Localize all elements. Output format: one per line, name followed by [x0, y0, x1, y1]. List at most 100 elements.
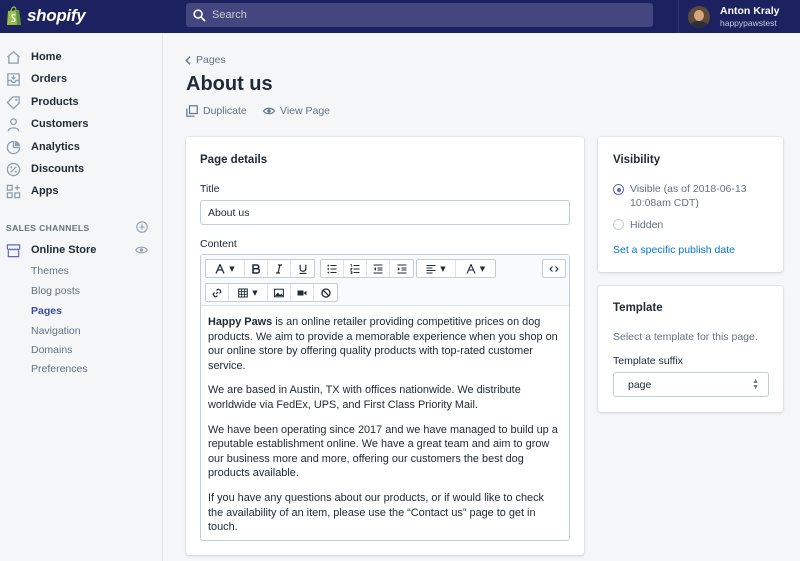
indent-button[interactable]: [390, 260, 413, 277]
insert-video-button[interactable]: [291, 284, 314, 301]
sidebar-item-label: Customers: [31, 118, 89, 130]
html-source-button[interactable]: [543, 260, 565, 277]
sidebar: Home Orders Products Customers Analytics…: [0, 33, 163, 561]
visible-radio-label[interactable]: Visible (as of 2018-06-13 10:08am CDT): [630, 182, 770, 210]
format-group: ▼: [205, 259, 315, 278]
sidebar-item-apps[interactable]: Apps: [0, 180, 162, 202]
hidden-radio[interactable]: [613, 219, 624, 230]
sidebar-sub-item-preferences[interactable]: Preferences: [31, 363, 88, 375]
clear-formatting-button[interactable]: [314, 284, 337, 301]
editor-content[interactable]: Happy Paws is an online retailer providi…: [208, 315, 560, 545]
sidebar-item-label: Online Store: [31, 244, 97, 256]
sidebar-item-label: Discounts: [31, 163, 85, 175]
duplicate-icon: [186, 105, 198, 117]
template-suffix-select[interactable]: page ▲ ▼: [613, 372, 769, 397]
italic-button[interactable]: [268, 260, 291, 277]
insert-link-button[interactable]: [206, 284, 229, 301]
template-description: Select a template for this page.: [613, 331, 758, 343]
home-icon: [6, 50, 21, 64]
title-label: Title: [200, 183, 220, 195]
sidebar-item-analytics[interactable]: Analytics: [0, 136, 162, 158]
view-page-button[interactable]: View Page: [263, 105, 330, 117]
template-title: Template: [613, 302, 663, 314]
align-group: ▼ ▼: [416, 259, 496, 278]
breadcrumb-label: Pages: [196, 54, 226, 66]
alignment-dropdown[interactable]: ▼: [417, 260, 456, 277]
user-store: happypawstest: [720, 18, 777, 28]
top-bar: shopify Search Anton Kraly happypawstest: [0, 0, 800, 33]
paragraph-format-dropdown[interactable]: ▼: [206, 260, 245, 277]
sidebar-sub-item-pages[interactable]: Pages: [31, 305, 62, 317]
table-icon: [238, 288, 249, 297]
title-input[interactable]: About us: [200, 200, 570, 225]
code-group: [542, 259, 566, 278]
visibility-title: Visibility: [613, 154, 661, 166]
content-label: Content: [200, 238, 237, 250]
bold-button[interactable]: [245, 260, 268, 277]
code-icon: [549, 265, 559, 272]
shopify-bag-icon: [7, 6, 21, 25]
insert-table-dropdown[interactable]: ▼: [229, 284, 268, 301]
clear-formatting-icon: [320, 287, 331, 298]
eye-icon: [263, 107, 275, 115]
user-menu[interactable]: Anton Kraly happypawstest: [678, 0, 800, 33]
sidebar-item-label: Home: [31, 51, 62, 63]
sidebar-sub-item-themes[interactable]: Themes: [31, 265, 69, 277]
bold-icon: [252, 263, 261, 274]
duplicate-label: Duplicate: [203, 105, 247, 117]
outdent-icon: [373, 263, 383, 274]
sidebar-sub-item-domains[interactable]: Domains: [31, 344, 72, 356]
sales-channels-header: SALES CHANNELS: [6, 223, 90, 233]
person-icon: [7, 117, 20, 131]
sidebar-item-label: Analytics: [31, 141, 80, 153]
page-details-title: Page details: [200, 154, 268, 166]
set-publish-date-link[interactable]: Set a specific publish date: [613, 244, 735, 256]
sidebar-sub-item-blog-posts[interactable]: Blog posts: [31, 285, 80, 297]
visible-radio[interactable]: [613, 184, 624, 195]
outdent-button[interactable]: [367, 260, 390, 277]
list-group: [320, 259, 414, 278]
content-paragraph: If you have any questions about our prod…: [208, 491, 544, 534]
discount-icon: [6, 162, 21, 176]
avatar: [688, 5, 710, 28]
sidebar-item-label: Products: [31, 96, 79, 108]
template-suffix-label: Template suffix: [613, 355, 683, 367]
chart-icon: [6, 140, 21, 154]
numbered-list-button[interactable]: [344, 260, 367, 277]
sidebar-item-discounts[interactable]: Discounts: [0, 158, 162, 180]
store-icon: [6, 243, 21, 257]
link-icon: [212, 288, 222, 297]
editor-toolbar: ▼ ▼ ▼ ▼: [201, 255, 569, 306]
breadcrumb[interactable]: Pages: [185, 54, 226, 66]
text-color-dropdown[interactable]: ▼: [456, 260, 495, 277]
underline-icon: [299, 264, 306, 274]
align-left-icon: [426, 264, 436, 274]
sidebar-item-products[interactable]: Products: [0, 91, 162, 113]
image-icon: [274, 288, 284, 297]
insert-group: ▼: [205, 283, 338, 302]
insert-image-button[interactable]: [268, 284, 291, 301]
sidebar-item-customers[interactable]: Customers: [0, 113, 162, 135]
company-name: Happy Paws: [208, 316, 273, 328]
add-sales-channel-icon[interactable]: [136, 221, 148, 233]
underline-button[interactable]: [291, 260, 314, 277]
content-paragraph: Happy Paws is an online retailer providi…: [208, 315, 560, 373]
duplicate-button[interactable]: Duplicate: [186, 105, 247, 117]
content-editor[interactable]: ▼ ▼ ▼ ▼ Happy Paws is an online retailer…: [200, 254, 570, 541]
hidden-radio-label[interactable]: Hidden: [630, 218, 663, 232]
shopify-logo[interactable]: shopify: [6, 4, 86, 28]
indent-icon: [397, 263, 406, 274]
user-name: Anton Kraly: [720, 5, 780, 17]
sidebar-item-orders[interactable]: Orders: [0, 68, 162, 90]
chevron-left-icon: [185, 55, 191, 65]
sidebar-sub-item-navigation[interactable]: Navigation: [31, 325, 81, 337]
tag-icon: [6, 95, 20, 110]
view-page-label: View Page: [280, 105, 331, 117]
sidebar-item-home[interactable]: Home: [0, 46, 162, 68]
search-icon: [193, 8, 206, 22]
bullet-list-button[interactable]: [321, 260, 344, 277]
search-input[interactable]: Search: [186, 3, 653, 27]
view-store-eye-icon[interactable]: [135, 245, 148, 255]
select-arrows-icon: ▲ ▼: [752, 378, 759, 391]
content-paragraph: We are based in Austin, TX with offices …: [208, 384, 521, 411]
